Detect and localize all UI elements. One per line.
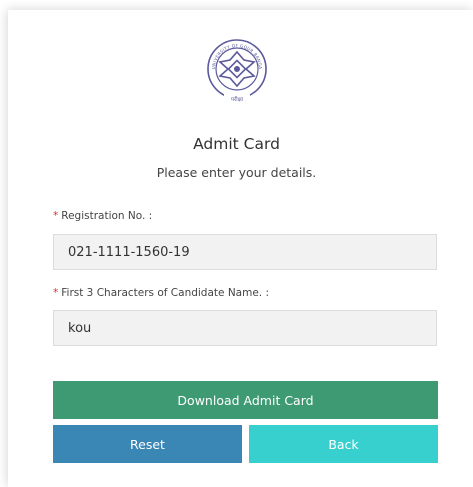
candidate-name-label-text: First 3 Characters of Candidate Name. : bbox=[61, 287, 270, 299]
back-button[interactable]: Back bbox=[249, 425, 438, 463]
registration-label: * Registration No. : bbox=[53, 210, 152, 222]
registration-input[interactable] bbox=[53, 234, 437, 270]
candidate-name-input[interactable] bbox=[53, 310, 437, 346]
registration-label-text: Registration No. : bbox=[61, 210, 153, 222]
candidate-name-label: * First 3 Characters of Candidate Name. : bbox=[53, 287, 269, 299]
seal-text-bottom: परीक्षा bbox=[231, 96, 244, 103]
required-asterisk: * bbox=[53, 287, 59, 299]
download-admit-card-button[interactable]: Download Admit Card bbox=[53, 381, 438, 419]
university-seal-icon: UNIVERSITY OF GOUR BANGA परीक्षा bbox=[207, 39, 267, 103]
required-asterisk: * bbox=[53, 210, 59, 222]
page: UNIVERSITY OF GOUR BANGA परीक्षा Admit C… bbox=[0, 0, 473, 487]
page-subtitle: Please enter your details. bbox=[156, 165, 317, 180]
page-title: Admit Card bbox=[193, 135, 280, 153]
reset-button[interactable]: Reset bbox=[53, 425, 242, 463]
